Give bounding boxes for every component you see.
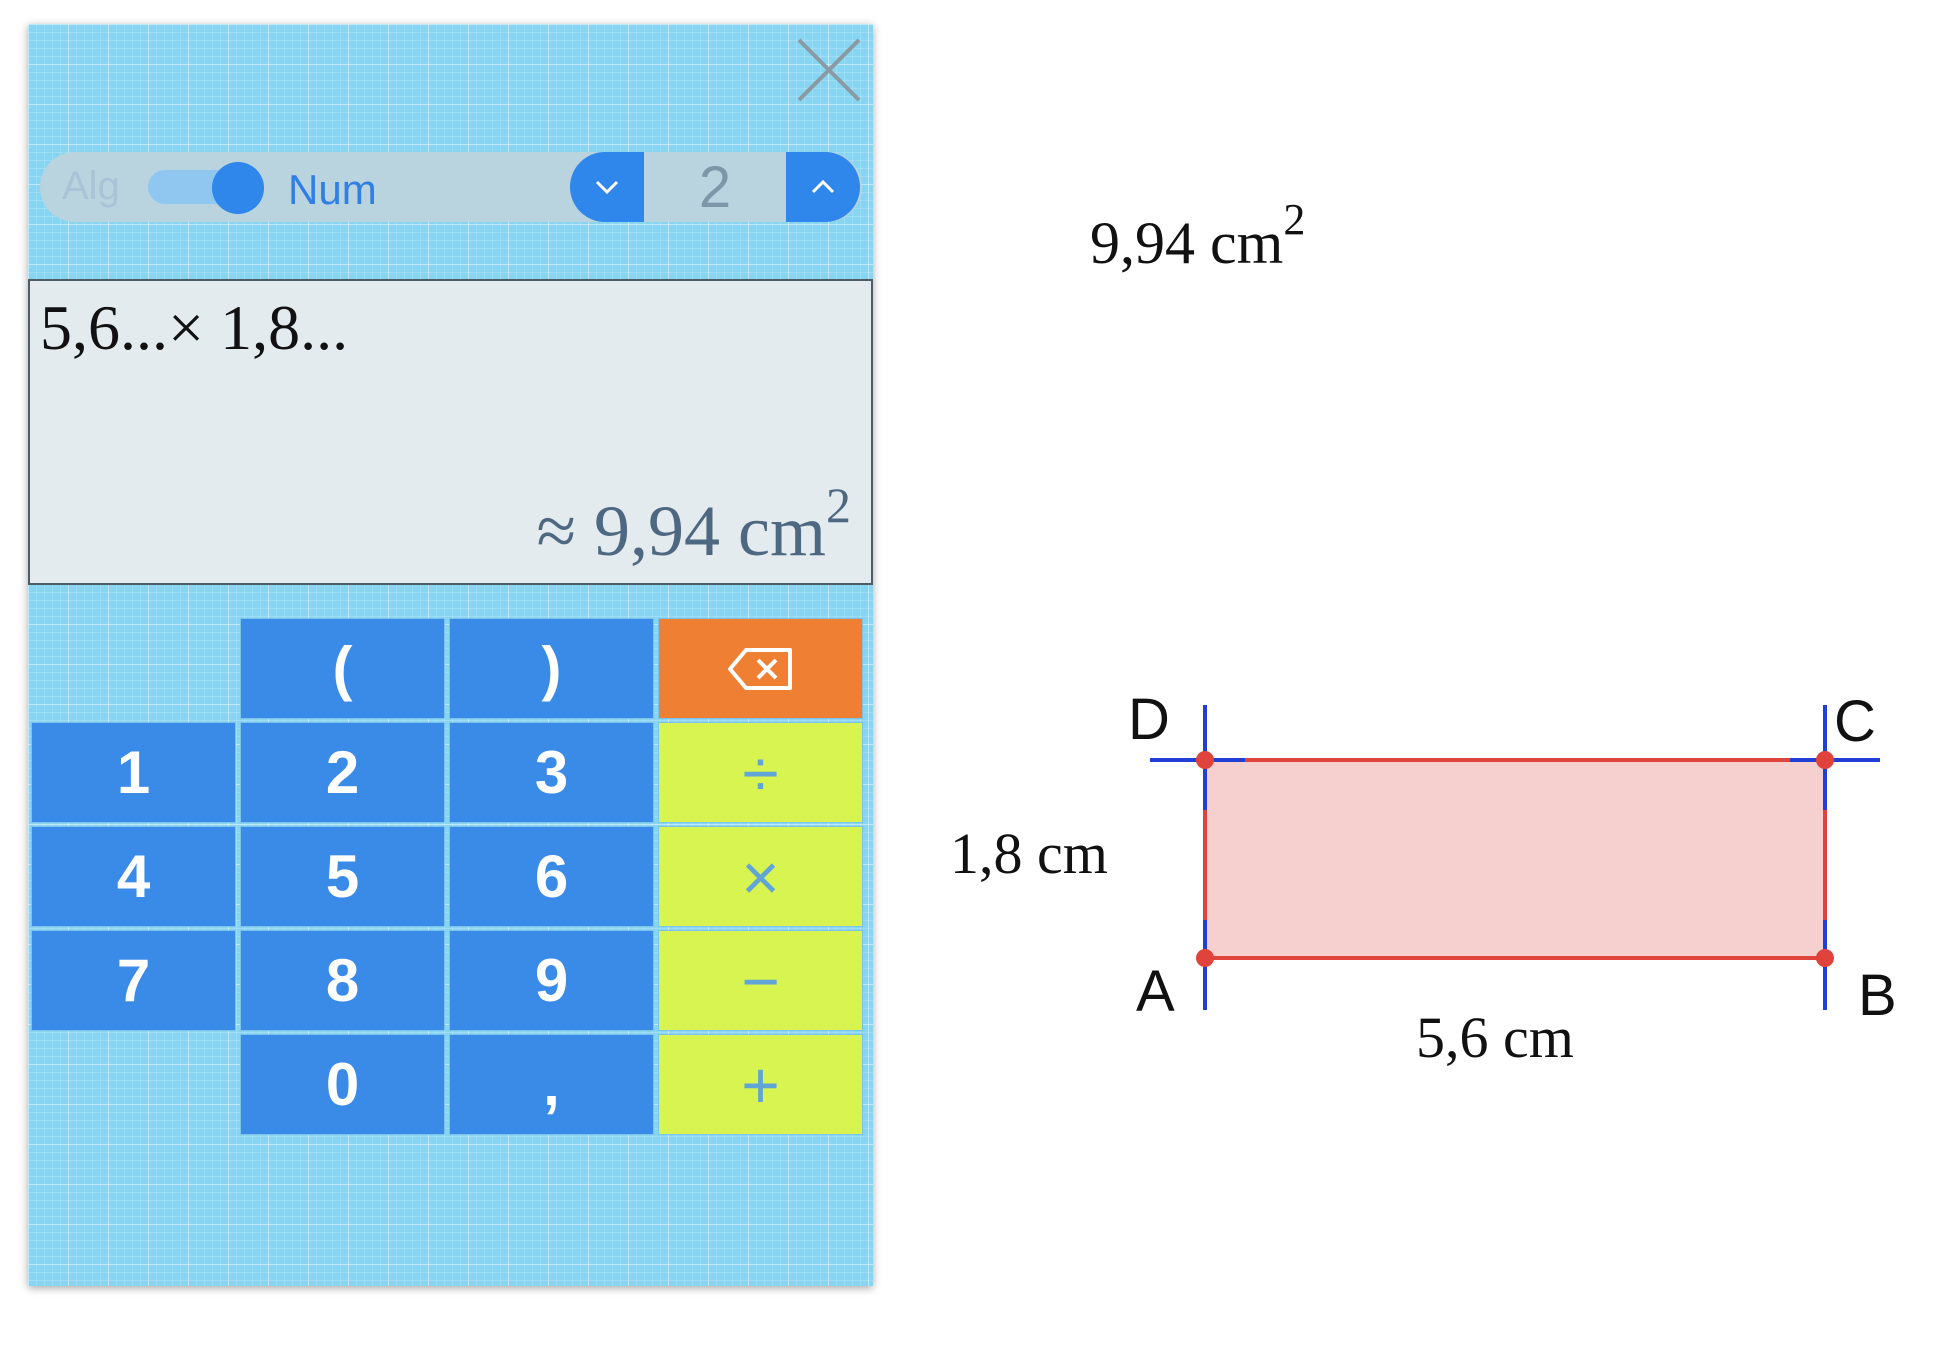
toggle-knob: [212, 162, 264, 214]
key-0[interactable]: 0: [240, 1034, 445, 1135]
chevron-up-icon: [811, 179, 835, 194]
result-value: 9,94 cm: [594, 491, 826, 571]
key-open-paren[interactable]: (: [240, 618, 445, 719]
label-a: A: [1136, 959, 1175, 1024]
key-4[interactable]: 4: [31, 826, 236, 927]
key-7[interactable]: 7: [31, 930, 236, 1031]
key-9[interactable]: 9: [449, 930, 654, 1031]
area-value: 9,94 cm: [1090, 210, 1284, 276]
close-button[interactable]: [793, 34, 865, 106]
vertex-a[interactable]: [1196, 949, 1214, 967]
width-label: 5,6 cm: [1416, 1005, 1574, 1070]
label-d: D: [1128, 687, 1170, 752]
vertex-b[interactable]: [1816, 949, 1834, 967]
key-5[interactable]: 5: [240, 826, 445, 927]
key-plus[interactable]: +: [658, 1034, 863, 1135]
chevron-down-icon: [595, 180, 619, 195]
result-exponent: 2: [826, 477, 851, 533]
precision-value: 2: [698, 155, 732, 220]
key-2[interactable]: 2: [240, 722, 445, 823]
key-close-paren[interactable]: ): [449, 618, 654, 719]
mode-bar: Alg Num 2: [40, 152, 862, 222]
key-backspace[interactable]: [658, 618, 863, 719]
rectangle-abcd: [1203, 758, 1827, 960]
key-1[interactable]: 1: [31, 722, 236, 823]
calculator-panel: Alg Num 2 5,6...× 1,8... ≈ 9,94 cm2 ( ): [28, 24, 873, 1286]
key-comma[interactable]: ,: [449, 1034, 654, 1135]
key-3[interactable]: 3: [449, 722, 654, 823]
label-b: B: [1858, 963, 1897, 1028]
label-c: C: [1834, 689, 1876, 754]
vertex-c[interactable]: [1816, 751, 1834, 769]
mode-alg-label[interactable]: Alg: [62, 164, 120, 209]
result-text: ≈ 9,94 cm2: [536, 477, 851, 573]
key-minus[interactable]: −: [658, 930, 863, 1031]
vertex-d[interactable]: [1196, 751, 1214, 769]
precision-decrease-button[interactable]: [570, 152, 644, 222]
area-text: 9,94 cm2: [1090, 195, 1305, 278]
height-label: 1,8 cm: [950, 821, 1108, 886]
result-prefix: ≈: [536, 491, 595, 571]
key-divide[interactable]: ÷: [658, 722, 863, 823]
close-icon: [797, 38, 861, 102]
backspace-icon: [727, 647, 792, 690]
precision-increase-button[interactable]: [786, 152, 860, 222]
mode-num-label[interactable]: Num: [288, 166, 377, 214]
key-6[interactable]: 6: [449, 826, 654, 927]
mode-toggle[interactable]: [148, 162, 264, 214]
key-multiply[interactable]: ×: [658, 826, 863, 927]
calculator-display[interactable]: 5,6...× 1,8... ≈ 9,94 cm2: [28, 279, 873, 585]
expression-text: 5,6...× 1,8...: [40, 292, 349, 363]
keypad: ( ) 1 2 3 ÷ 4 5 6 × 7 8 9 − 0 , +: [28, 618, 873, 1146]
key-8[interactable]: 8: [240, 930, 445, 1031]
area-exponent: 2: [1283, 195, 1306, 244]
